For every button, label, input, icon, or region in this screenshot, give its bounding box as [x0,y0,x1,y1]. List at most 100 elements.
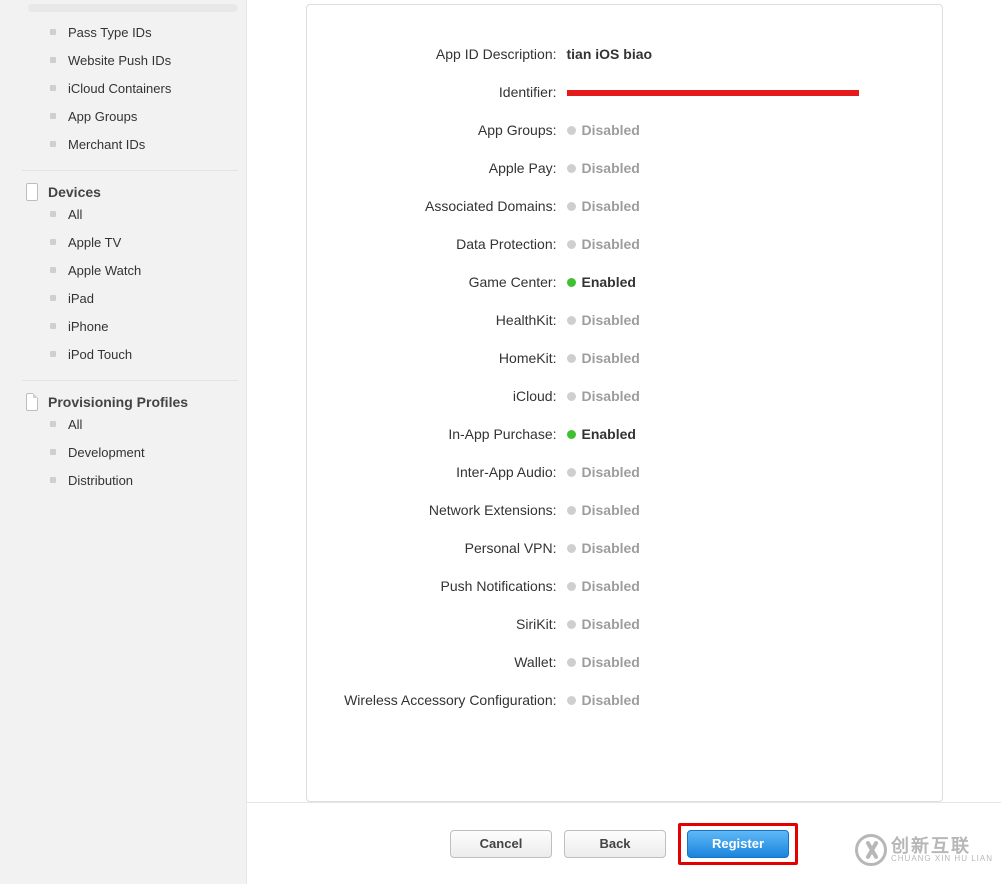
status-dot-icon [567,544,576,553]
status-text: Disabled [582,692,640,708]
detail-row: In-App Purchase:Enabled [331,415,918,453]
detail-row-label: In-App Purchase: [331,426,567,442]
status-dot-icon [567,620,576,629]
status-text: Disabled [582,236,640,252]
bullet-icon [50,239,56,245]
detail-row: Apple Pay:Disabled [331,149,918,187]
bullet-icon [50,57,56,63]
bullet-icon [50,351,56,357]
detail-row-value: Disabled [567,654,640,670]
sidebar-item-label: Merchant IDs [68,137,145,152]
sidebar-item[interactable]: Distribution [22,466,238,494]
sidebar-item[interactable]: iPad [22,284,238,312]
sidebar-item-label: iPod Touch [68,347,132,362]
detail-row: App Groups: Disabled [331,111,918,149]
bullet-icon [50,29,56,35]
detail-row: HealthKit:Disabled [331,301,918,339]
status-dot-icon [567,658,576,667]
sidebar-heading-label: Devices [48,184,101,200]
detail-row: Game Center:Enabled [331,263,918,301]
bullet-icon [50,449,56,455]
detail-row-label: iCloud: [331,388,567,404]
detail-row-value: Disabled [567,540,640,556]
sidebar-item[interactable]: Website Push IDs [22,46,238,74]
detail-row-value: Disabled [567,312,640,328]
status-dot-icon [567,240,576,249]
sidebar-item[interactable]: iPod Touch [22,340,238,368]
status-text: Disabled [582,350,640,366]
status-text: Disabled [582,540,640,556]
detail-row-label: App Groups: [331,122,567,138]
detail-row-label: HomeKit: [331,350,567,366]
register-highlight: Register [678,823,798,865]
detail-row-label: Wireless Accessory Configuration: [331,692,567,708]
sidebar-group-profiles: All Development Distribution [22,410,238,494]
sidebar-group-devices: AllApple TVApple Watch iPad iPhone iPod Tou… [22,200,238,368]
sidebar-item[interactable]: Apple Watch [22,256,238,284]
sidebar-item-label: Development [68,445,145,460]
status-dot-icon [567,164,576,173]
detail-row: Wallet:Disabled [331,643,918,681]
sidebar-item-label: iPhone [68,319,108,334]
detail-row: Identifier: [331,73,918,111]
detail-row-label: Game Center: [331,274,567,290]
sidebar-heading-devices: Devices [22,170,238,200]
status-dot-icon [567,696,576,705]
detail-row: Data Protection:Disabled [331,225,918,263]
sidebar-item-label: Distribution [68,473,133,488]
status-text: Disabled [582,388,640,404]
detail-row-label: Personal VPN: [331,540,567,556]
sidebar: Pass Type IDs Website Push IDs iCloud Cont… [0,0,246,884]
status-text: Disabled [582,312,640,328]
sidebar-group-identifiers: Pass Type IDs Website Push IDs iCloud Cont… [22,18,238,158]
detail-row-value: Disabled [567,388,640,404]
sidebar-item-label: App Groups [68,109,137,124]
status-dot-icon [567,468,576,477]
sidebar-item[interactable]: All [22,410,238,438]
detail-row-value: Disabled [567,160,640,176]
bullet-icon [50,113,56,119]
sidebar-item[interactable]: Merchant IDs [22,130,238,158]
sidebar-item[interactable]: App Groups [22,102,238,130]
sidebar-item-label: iCloud Containers [68,81,171,96]
detail-row-value: Disabled [567,236,640,252]
detail-row: iCloud: Disabled [331,377,918,415]
status-dot-icon [567,278,576,287]
back-button[interactable]: Back [564,830,666,858]
status-text: Disabled [582,122,640,138]
status-text: Disabled [582,654,640,670]
status-text: Disabled [582,160,640,176]
detail-row-value: Disabled [567,122,640,138]
sidebar-item[interactable]: iCloud Containers [22,74,238,102]
bullet-icon [50,141,56,147]
sidebar-item-label: Website Push IDs [68,53,171,68]
sidebar-item[interactable]: Pass Type IDs [22,18,238,46]
cancel-button[interactable]: Cancel [450,830,552,858]
detail-row-value: Enabled [567,274,636,290]
detail-row: Wireless Accessory Configuration: Disable… [331,681,918,719]
sidebar-heading-label: Provisioning Profiles [48,394,188,410]
status-text: Disabled [582,464,640,480]
detail-row-value: Enabled [567,426,636,442]
sidebar-item[interactable]: All [22,200,238,228]
status-dot-icon [567,392,576,401]
status-dot-icon [567,126,576,135]
detail-row-label: Inter-App Audio: [331,464,567,480]
bullet-icon [50,323,56,329]
detail-row: Inter-App Audio: Disabled [331,453,918,491]
sidebar-item[interactable]: Development [22,438,238,466]
sidebar-item[interactable]: iPhone [22,312,238,340]
status-dot-icon [567,582,576,591]
sidebar-item[interactable]: Apple TV [22,228,238,256]
sidebar-item-label: iPad [68,291,94,306]
button-bar: Cancel Back Register [247,802,1001,884]
bullet-icon [50,477,56,483]
sidebar-highlight [28,4,238,12]
detail-row-label: Network Extensions: [331,502,567,518]
status-text: Disabled [582,616,640,632]
status-dot-icon [567,430,576,439]
bullet-icon [50,267,56,273]
sidebar-heading-profiles: Provisioning Profiles [22,380,238,410]
detail-row-label: Identifier: [331,84,567,100]
register-button[interactable]: Register [687,830,789,858]
